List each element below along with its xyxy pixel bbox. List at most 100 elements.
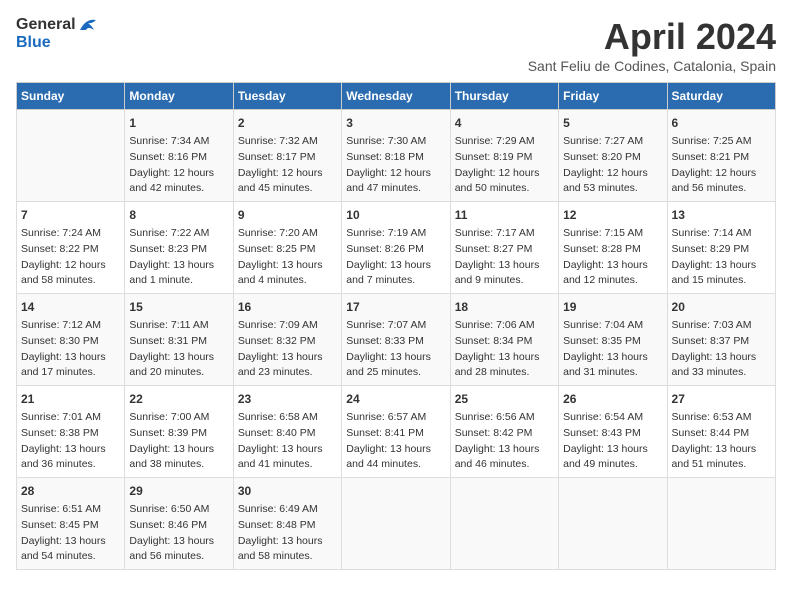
calendar-cell: 14Sunrise: 7:12 AMSunset: 8:30 PMDayligh…: [17, 294, 125, 386]
calendar-cell: 26Sunrise: 6:54 AMSunset: 8:43 PMDayligh…: [559, 386, 667, 478]
subtitle: Sant Feliu de Codines, Catalonia, Spain: [528, 58, 776, 74]
calendar-cell: 3 Sunrise: 7:30 AMSunset: 8:18 PMDaylight…: [342, 110, 450, 202]
cell-content: Sunrise: 7:06 AMSunset: 8:34 PMDaylight:…: [455, 318, 554, 381]
calendar-cell: 1 Sunrise: 7:34 AMSunset: 8:16 PMDaylight…: [125, 110, 233, 202]
logo-general-text: General: [16, 16, 76, 34]
day-number: 13: [672, 206, 771, 224]
calendar-cell: 29 Sunrise: 6:50 AMSunset: 8:46 PMDayligh…: [125, 478, 233, 570]
cell-content: Sunrise: 6:51 AMSunset: 8:45 PMDaylight:…: [21, 502, 120, 565]
day-number: 24: [346, 390, 445, 408]
week-row-2: 7 Sunrise: 7:24 AMSunset: 8:22 PMDaylight…: [17, 202, 776, 294]
cell-content: Sunrise: 7:04 AMSunset: 8:35 PMDaylight:…: [563, 318, 662, 381]
day-number: 12: [563, 206, 662, 224]
calendar-cell: 19Sunrise: 7:04 AMSunset: 8:35 PMDayligh…: [559, 294, 667, 386]
cell-content: Sunrise: 6:58 AMSunset: 8:40 PMDaylight:…: [238, 410, 337, 473]
week-row-4: 21 Sunrise: 7:01 AMSunset: 8:38 PMDayligh…: [17, 386, 776, 478]
calendar-cell: 7 Sunrise: 7:24 AMSunset: 8:22 PMDaylight…: [17, 202, 125, 294]
day-number: 17: [346, 298, 445, 316]
calendar-cell: [667, 478, 775, 570]
cell-content: Sunrise: 7:34 AMSunset: 8:16 PMDaylight:…: [129, 134, 228, 197]
calendar-cell: 13 Sunrise: 7:14 AMSunset: 8:29 PMDayligh…: [667, 202, 775, 294]
calendar-cell: 17 Sunrise: 7:07 AMSunset: 8:33 PMDayligh…: [342, 294, 450, 386]
day-number: 2: [238, 114, 337, 132]
day-number: 15: [129, 298, 228, 316]
calendar-cell: 28 Sunrise: 6:51 AMSunset: 8:45 PMDayligh…: [17, 478, 125, 570]
column-header-friday: Friday: [559, 83, 667, 110]
calendar-cell: [450, 478, 558, 570]
calendar-cell: 22 Sunrise: 7:00 AMSunset: 8:39 PMDayligh…: [125, 386, 233, 478]
column-header-thursday: Thursday: [450, 83, 558, 110]
cell-content: Sunrise: 6:50 AMSunset: 8:46 PMDaylight:…: [129, 502, 228, 565]
day-number: 25: [455, 390, 554, 408]
cell-content: Sunrise: 6:49 AMSunset: 8:48 PMDaylight:…: [238, 502, 337, 565]
cell-content: Sunrise: 7:09 AMSunset: 8:32 PMDaylight:…: [238, 318, 337, 381]
column-header-tuesday: Tuesday: [233, 83, 341, 110]
column-header-monday: Monday: [125, 83, 233, 110]
day-number: 23: [238, 390, 337, 408]
title-area: April 2024 Sant Feliu de Codines, Catalo…: [528, 16, 776, 74]
cell-content: Sunrise: 6:54 AMSunset: 8:43 PMDaylight:…: [563, 410, 662, 473]
cell-content: Sunrise: 7:29 AMSunset: 8:19 PMDaylight:…: [455, 134, 554, 197]
day-number: 4: [455, 114, 554, 132]
cell-content: Sunrise: 7:15 AMSunset: 8:28 PMDaylight:…: [563, 226, 662, 289]
day-number: 27: [672, 390, 771, 408]
cell-content: Sunrise: 7:07 AMSunset: 8:33 PMDaylight:…: [346, 318, 445, 381]
logo-blue-text: Blue: [16, 34, 100, 52]
cell-content: Sunrise: 7:01 AMSunset: 8:38 PMDaylight:…: [21, 410, 120, 473]
day-number: 5: [563, 114, 662, 132]
day-number: 29: [129, 482, 228, 500]
cell-content: Sunrise: 7:24 AMSunset: 8:22 PMDaylight:…: [21, 226, 120, 289]
day-number: 16: [238, 298, 337, 316]
day-number: 18: [455, 298, 554, 316]
day-number: 7: [21, 206, 120, 224]
calendar-cell: 20 Sunrise: 7:03 AMSunset: 8:37 PMDayligh…: [667, 294, 775, 386]
calendar-cell: 6Sunrise: 7:25 AMSunset: 8:21 PMDaylight…: [667, 110, 775, 202]
day-number: 22: [129, 390, 228, 408]
calendar-cell: 16 Sunrise: 7:09 AMSunset: 8:32 PMDayligh…: [233, 294, 341, 386]
cell-content: Sunrise: 6:53 AMSunset: 8:44 PMDaylight:…: [672, 410, 771, 473]
cell-content: Sunrise: 7:17 AMSunset: 8:27 PMDaylight:…: [455, 226, 554, 289]
week-row-1: 1 Sunrise: 7:34 AMSunset: 8:16 PMDaylight…: [17, 110, 776, 202]
cell-content: Sunrise: 7:30 AMSunset: 8:18 PMDaylight:…: [346, 134, 445, 197]
day-number: 20: [672, 298, 771, 316]
cell-content: Sunrise: 7:03 AMSunset: 8:37 PMDaylight:…: [672, 318, 771, 381]
cell-content: Sunrise: 7:12 AMSunset: 8:30 PMDaylight:…: [21, 318, 120, 381]
day-number: 9: [238, 206, 337, 224]
calendar-cell: 5 Sunrise: 7:27 AMSunset: 8:20 PMDaylight…: [559, 110, 667, 202]
day-number: 1: [129, 114, 228, 132]
column-header-saturday: Saturday: [667, 83, 775, 110]
cell-content: Sunrise: 7:20 AMSunset: 8:25 PMDaylight:…: [238, 226, 337, 289]
header-row: SundayMondayTuesdayWednesdayThursdayFrid…: [17, 83, 776, 110]
logo-bird-icon: [78, 16, 100, 34]
cell-content: Sunrise: 6:57 AMSunset: 8:41 PMDaylight:…: [346, 410, 445, 473]
calendar-cell: 23 Sunrise: 6:58 AMSunset: 8:40 PMDayligh…: [233, 386, 341, 478]
calendar-cell: 8 Sunrise: 7:22 AMSunset: 8:23 PMDaylight…: [125, 202, 233, 294]
cell-content: Sunrise: 7:00 AMSunset: 8:39 PMDaylight:…: [129, 410, 228, 473]
calendar-cell: 25Sunrise: 6:56 AMSunset: 8:42 PMDayligh…: [450, 386, 558, 478]
calendar-cell: [342, 478, 450, 570]
day-number: 3: [346, 114, 445, 132]
cell-content: Sunrise: 7:11 AMSunset: 8:31 PMDaylight:…: [129, 318, 228, 381]
cell-content: Sunrise: 7:14 AMSunset: 8:29 PMDaylight:…: [672, 226, 771, 289]
cell-content: Sunrise: 7:22 AMSunset: 8:23 PMDaylight:…: [129, 226, 228, 289]
day-number: 21: [21, 390, 120, 408]
calendar-table: SundayMondayTuesdayWednesdayThursdayFrid…: [16, 82, 776, 570]
cell-content: Sunrise: 7:25 AMSunset: 8:21 PMDaylight:…: [672, 134, 771, 197]
calendar-cell: 15 Sunrise: 7:11 AMSunset: 8:31 PMDayligh…: [125, 294, 233, 386]
calendar-cell: 18 Sunrise: 7:06 AMSunset: 8:34 PMDayligh…: [450, 294, 558, 386]
day-number: 30: [238, 482, 337, 500]
column-header-sunday: Sunday: [17, 83, 125, 110]
day-number: 28: [21, 482, 120, 500]
calendar-cell: 9 Sunrise: 7:20 AMSunset: 8:25 PMDaylight…: [233, 202, 341, 294]
calendar-cell: 10Sunrise: 7:19 AMSunset: 8:26 PMDayligh…: [342, 202, 450, 294]
calendar-cell: 12 Sunrise: 7:15 AMSunset: 8:28 PMDayligh…: [559, 202, 667, 294]
calendar-cell: [559, 478, 667, 570]
week-row-5: 28 Sunrise: 6:51 AMSunset: 8:45 PMDayligh…: [17, 478, 776, 570]
calendar-cell: 2Sunrise: 7:32 AMSunset: 8:17 PMDaylight…: [233, 110, 341, 202]
calendar-cell: 30 Sunrise: 6:49 AMSunset: 8:48 PMDayligh…: [233, 478, 341, 570]
calendar-cell: [17, 110, 125, 202]
page-header: General Blue April 2024 Sant Feliu de Co…: [16, 16, 776, 74]
cell-content: Sunrise: 7:27 AMSunset: 8:20 PMDaylight:…: [563, 134, 662, 197]
week-row-3: 14Sunrise: 7:12 AMSunset: 8:30 PMDayligh…: [17, 294, 776, 386]
day-number: 8: [129, 206, 228, 224]
